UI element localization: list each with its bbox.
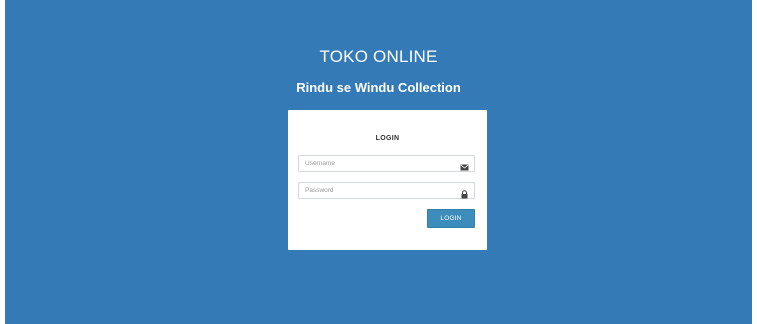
login-box: LOGIN LOGIN — [288, 110, 487, 250]
app-subtitle: Rindu se Windu Collection — [296, 80, 461, 95]
app-title: TOKO ONLINE — [319, 47, 438, 66]
envelope-icon — [460, 159, 469, 171]
password-input[interactable] — [305, 183, 455, 198]
username-field — [298, 155, 475, 172]
username-input[interactable] — [305, 156, 455, 171]
lock-icon — [460, 186, 469, 199]
login-button[interactable]: LOGIN — [427, 209, 475, 228]
password-field — [298, 182, 475, 199]
login-box-title: LOGIN — [375, 135, 400, 142]
login-page-background: TOKO ONLINE Rindu se Windu Collection LO… — [5, 0, 752, 324]
